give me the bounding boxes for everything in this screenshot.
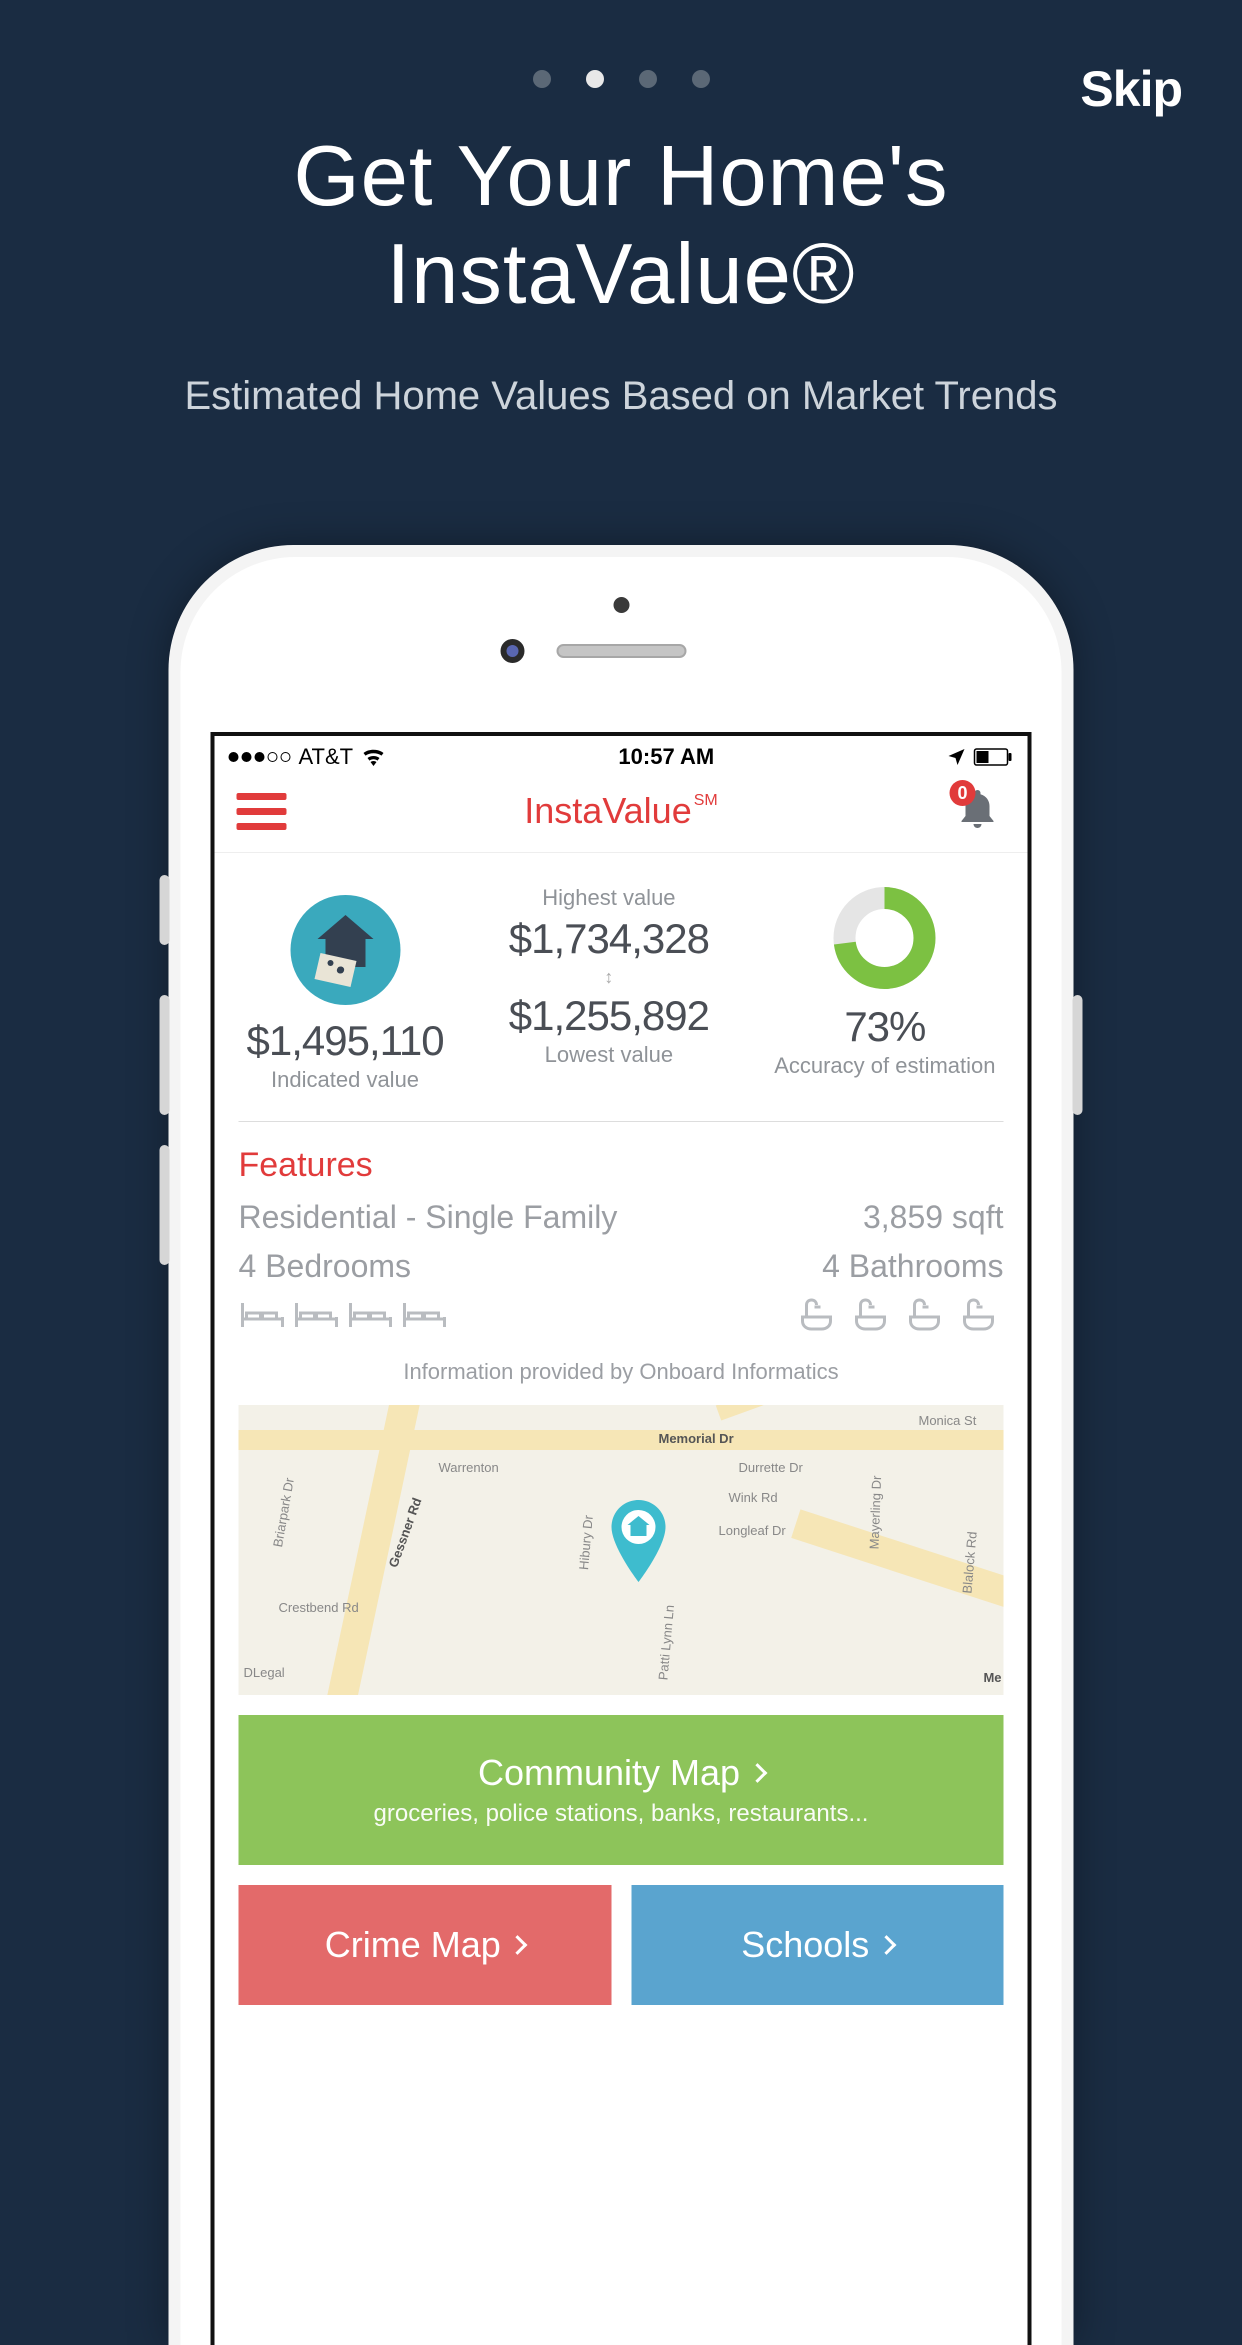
map-road-label: Hibury Dr [576, 1514, 596, 1570]
data-provider-label: Information provided by Onboard Informat… [239, 1359, 1004, 1385]
map-pin-icon [609, 1500, 669, 1590]
signal-strength-icon [229, 752, 291, 762]
map-road-label: Memorial Dr [659, 1431, 734, 1446]
map-road-label: Longleaf Dr [719, 1523, 786, 1538]
skip-button[interactable]: Skip [1080, 60, 1182, 118]
page-dot [692, 70, 710, 88]
map-road-label: Mayerling Dr [867, 1475, 885, 1549]
map-road-label: DLegal [244, 1665, 285, 1680]
features-heading: Features [239, 1146, 1004, 1185]
map-road-label: Durrette Dr [739, 1460, 803, 1475]
accuracy-donut-icon [830, 883, 940, 993]
map-road-label: Briarpark Dr [270, 1477, 297, 1549]
property-type: Residential - Single Family [239, 1199, 618, 1236]
chevron-right-icon [508, 1935, 528, 1955]
community-map-subtitle: groceries, police stations, banks, resta… [374, 1800, 869, 1828]
page-dot [533, 70, 551, 88]
bedroom-icons [239, 1297, 451, 1333]
accuracy-label: Accuracy of estimation [774, 1053, 995, 1079]
indicated-value-label: Indicated value [247, 1067, 444, 1093]
crime-map-tile[interactable]: Crime Map [239, 1885, 612, 2005]
chevron-right-icon [876, 1935, 896, 1955]
carrier-label: AT&T [299, 744, 354, 770]
battery-icon [974, 748, 1014, 766]
lowest-value: $1,255,892 [509, 992, 709, 1040]
app-navbar: InstaValueSM 0 [215, 776, 1028, 853]
notification-badge: 0 [949, 780, 975, 806]
page-dot-active [586, 70, 604, 88]
menu-button[interactable] [237, 793, 287, 830]
bathroom-icons [792, 1297, 1004, 1333]
page-indicator [0, 70, 1242, 88]
chevron-right-icon [747, 1763, 767, 1783]
page-dot [639, 70, 657, 88]
map-road-label: Monica St [919, 1413, 977, 1428]
bell-icon [955, 817, 999, 834]
wifi-icon [361, 748, 385, 766]
community-map-tile[interactable]: Community Map groceries, police stations… [239, 1715, 1004, 1865]
schools-tile[interactable]: Schools [631, 1885, 1004, 2005]
bedrooms-label: 4 Bedrooms [239, 1248, 412, 1285]
map-road-label: Wink Rd [729, 1490, 778, 1505]
phone-screen: AT&T 10:57 AM [211, 732, 1032, 2345]
map-road-label: Me [983, 1670, 1001, 1685]
highest-value: $1,734,328 [509, 915, 709, 963]
property-map[interactable]: Gessner Rd Memorial Dr Durrette Dr Wink … [239, 1405, 1004, 1695]
indicated-value: $1,495,110 [247, 1017, 444, 1065]
app-title: InstaValueSM [524, 790, 717, 832]
onboarding-title: Get Your Home's InstaValue® [0, 128, 1242, 324]
accuracy-percent: 73% [774, 1003, 995, 1051]
lowest-value-label: Lowest value [509, 1042, 709, 1068]
map-road-label: Patti Lynn Ln [655, 1604, 677, 1680]
notifications-button[interactable]: 0 [955, 786, 1005, 836]
property-sqft: 3,859 sqft [863, 1199, 1004, 1236]
phone-mockup: AT&T 10:57 AM [169, 545, 1074, 2345]
onboarding-subtitle: Estimated Home Values Based on Market Tr… [0, 374, 1242, 419]
status-bar: AT&T 10:57 AM [215, 736, 1028, 776]
map-road-label: Warrenton [439, 1460, 499, 1475]
house-price-icon [290, 895, 400, 1005]
map-road-label: Crestbend Rd [279, 1600, 359, 1615]
status-time: 10:57 AM [618, 744, 714, 770]
bathrooms-label: 4 Bathrooms [822, 1248, 1003, 1285]
range-arrow-icon: ↕ [509, 967, 709, 988]
highest-value-label: Highest value [509, 885, 709, 911]
value-summary: $1,495,110 Indicated value Highest value… [239, 883, 1004, 1122]
location-icon [948, 748, 966, 766]
